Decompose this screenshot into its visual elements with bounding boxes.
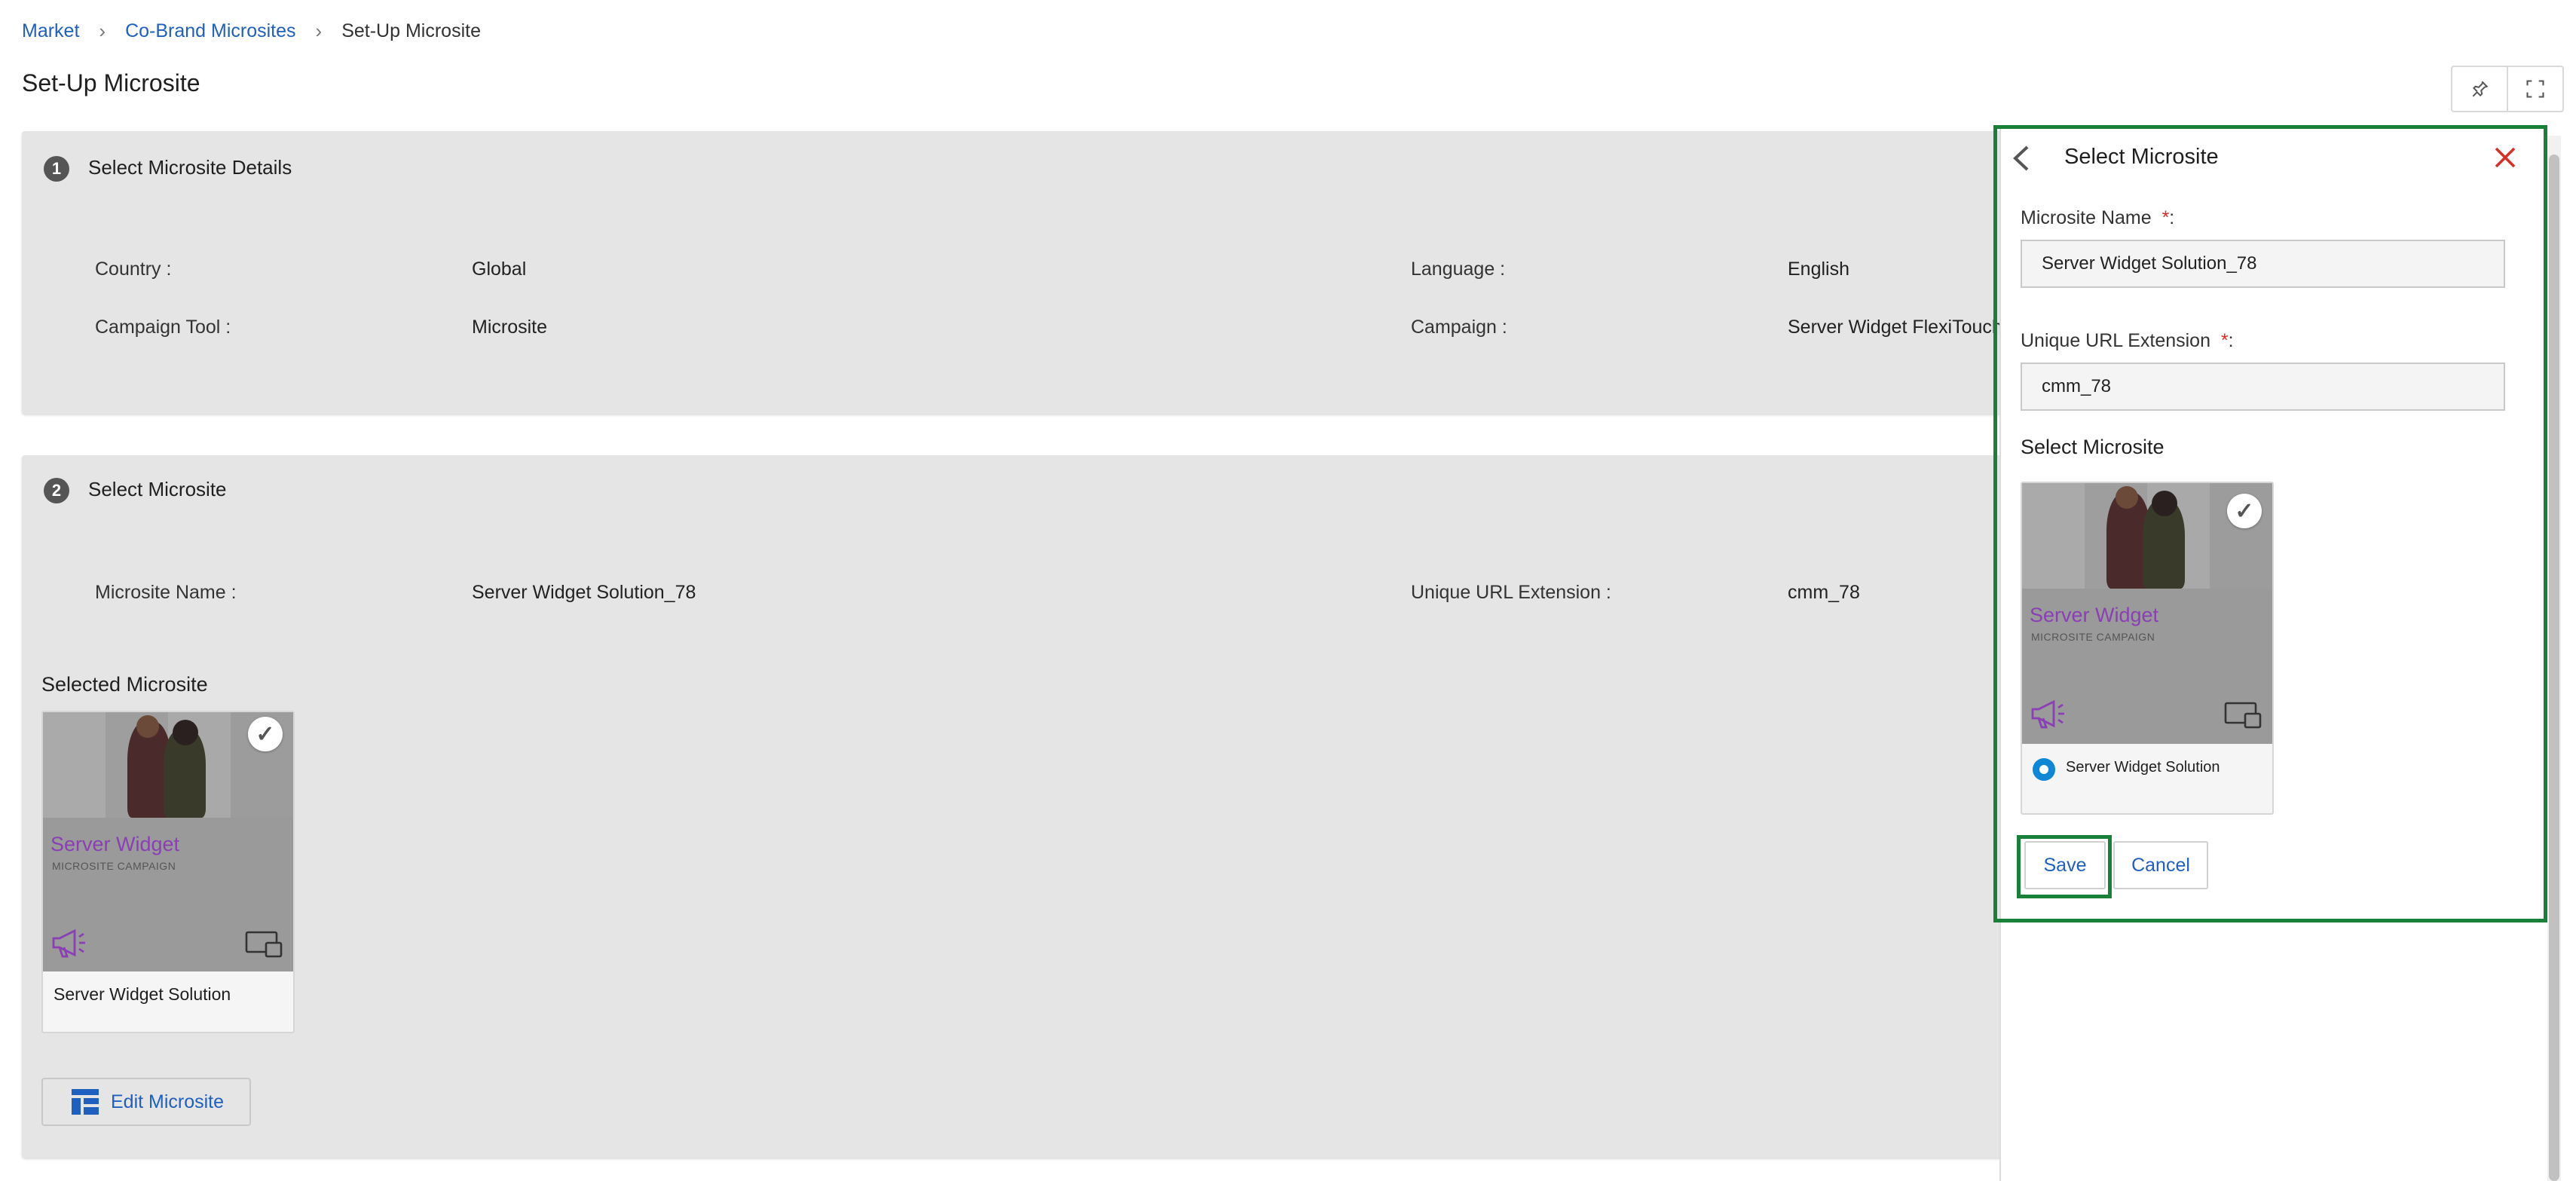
microsite-name-label: Microsite Name : (95, 582, 237, 603)
tile-title: Server Widget (50, 833, 180, 855)
cancel-button[interactable]: Cancel (2113, 841, 2208, 889)
url-extension-input[interactable]: cmm_78 (2021, 363, 2505, 411)
save-highlight-box (2017, 835, 2112, 898)
edit-microsite-button[interactable]: Edit Microsite (41, 1078, 251, 1126)
microsite-option-tile[interactable]: Server Widget MICROSITE CAMPAIGN ✓ Serve… (2021, 482, 2274, 815)
microsite-radio[interactable] (2033, 758, 2055, 781)
checkmark-icon: ✓ (2227, 494, 2262, 528)
step-1-card: 1 Select Microsite Details Country : Glo… (22, 131, 2012, 414)
pin-icon (2472, 81, 2489, 97)
tile-subtitle: MICROSITE CAMPAIGN (2031, 631, 2155, 643)
breadcrumb-current: Set-Up Microsite (341, 20, 481, 41)
chevron-right-icon: › (315, 20, 323, 42)
campaign-tool-label: Campaign Tool : (95, 317, 231, 338)
url-extension-label: Unique URL Extension : (1411, 582, 1611, 603)
megaphone-icon (2031, 699, 2064, 729)
responsive-devices-icon (245, 931, 283, 958)
selected-microsite-tile: Server Widget MICROSITE CAMPAIGN ✓ Serve… (41, 711, 295, 1033)
breadcrumb: Market › Co-Brand Microsites › Set-Up Mi… (22, 20, 481, 43)
layout-icon (72, 1089, 99, 1115)
language-label: Language : (1411, 259, 1506, 280)
tile-subtitle: MICROSITE CAMPAIGN (52, 860, 176, 872)
fullscreen-button[interactable] (2507, 67, 2562, 111)
selected-microsite-heading: Selected Microsite (41, 673, 208, 696)
country-value: Global (472, 259, 527, 280)
page-title: Set-Up Microsite (22, 69, 200, 96)
campaign-value: Server Widget FlexiTouch (1788, 317, 2002, 338)
back-icon[interactable] (2011, 144, 2030, 173)
megaphone-icon (52, 929, 85, 958)
step-1-number: 1 (44, 156, 69, 182)
step-2-title: Select Microsite (88, 478, 227, 500)
tile-title: Server Widget (2030, 604, 2159, 626)
select-microsite-subheading: Select Microsite (2021, 436, 2165, 458)
microsite-name-value: Server Widget Solution_78 (472, 582, 696, 603)
fullscreen-icon (2526, 80, 2544, 98)
panel-scroll-thumb[interactable] (2549, 155, 2559, 1181)
step-1-title: Select Microsite Details (88, 156, 292, 179)
page-toolbar (2451, 66, 2564, 112)
url-extension-value: cmm_78 (1788, 582, 1860, 603)
microsite-name-field-label: Microsite Name *: (2021, 207, 2175, 228)
pin-button[interactable] (2452, 67, 2507, 111)
step-2-card: 2 Select Microsite Microsite Name : Serv… (22, 455, 2012, 1158)
edit-microsite-label: Edit Microsite (111, 1091, 225, 1112)
panel-title: Select Microsite (2064, 145, 2219, 169)
checkmark-icon: ✓ (248, 717, 283, 751)
breadcrumb-market[interactable]: Market (22, 20, 79, 42)
url-extension-field-label: Unique URL Extension *: (2021, 330, 2234, 351)
tile-label: Server Widget Solution (2066, 759, 2220, 776)
responsive-devices-icon (2224, 702, 2262, 729)
campaign-tool-value: Microsite (472, 317, 548, 338)
microsite-thumbnail: Server Widget MICROSITE CAMPAIGN (43, 712, 293, 971)
breadcrumb-co-brand-microsites[interactable]: Co-Brand Microsites (125, 20, 295, 42)
microsite-name-input[interactable]: Server Widget Solution_78 (2021, 240, 2505, 288)
language-value: English (1788, 259, 1849, 280)
campaign-label: Campaign : (1411, 317, 1507, 338)
chevron-right-icon: › (99, 20, 106, 42)
step-2-number: 2 (44, 478, 69, 503)
tile-label: Server Widget Solution (54, 984, 231, 1004)
country-label: Country : (95, 259, 172, 280)
close-icon[interactable] (2495, 147, 2516, 168)
